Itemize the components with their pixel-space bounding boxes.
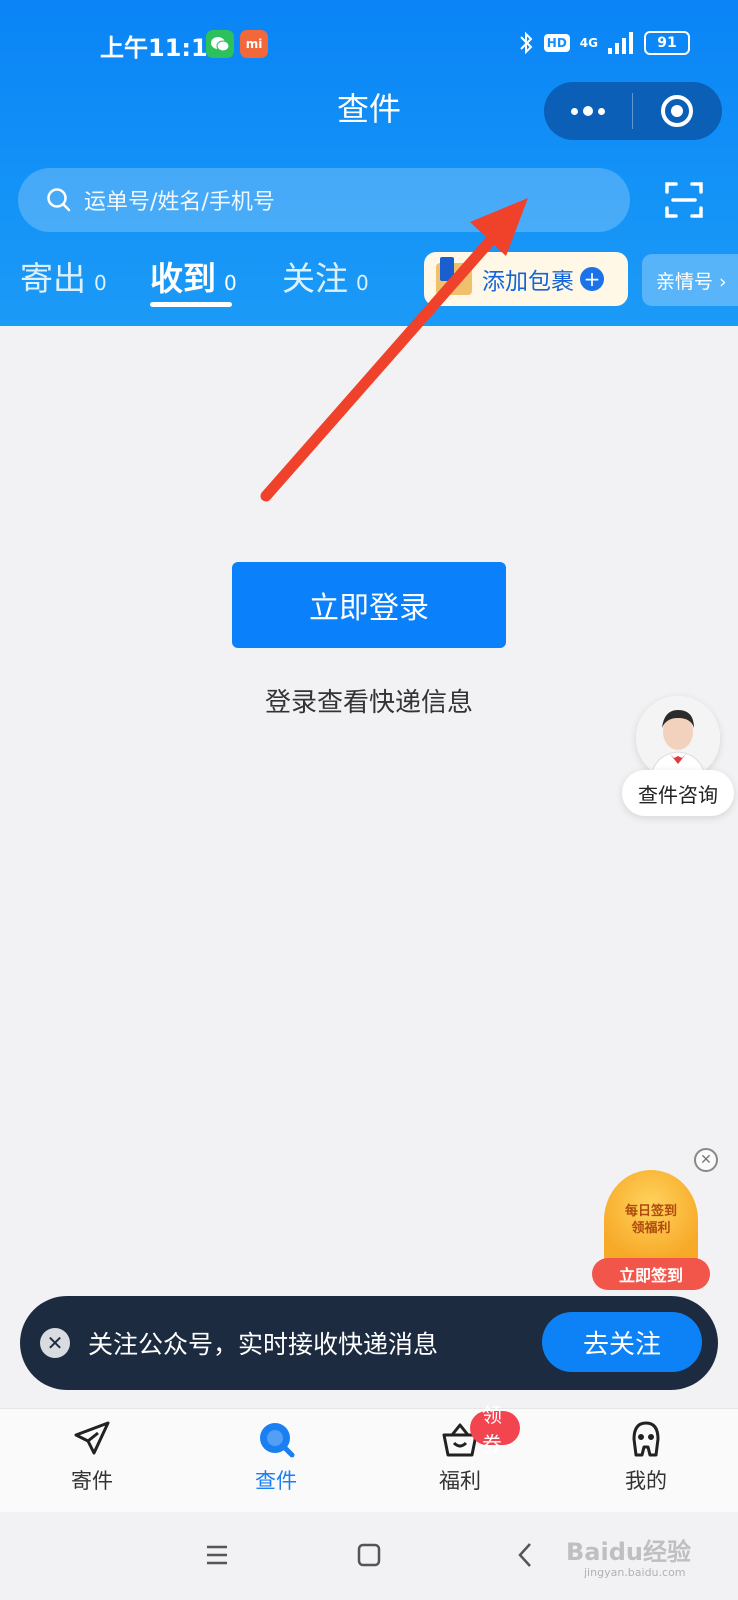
status-icons: HD 4G 91 xyxy=(518,30,690,56)
signin-line1: 每日签到 xyxy=(624,1204,677,1219)
support-avatar xyxy=(636,696,720,780)
search-input[interactable]: 运单号/姓名/手机号 xyxy=(18,168,630,232)
tab-count: 0 xyxy=(356,271,369,295)
tab-send[interactable]: 寄件 xyxy=(32,1417,152,1509)
login-hint: 登录查看快递信息 xyxy=(264,688,473,718)
plus-icon: + xyxy=(580,267,604,291)
gift-badge-icon: 每日签到 领福利 xyxy=(604,1170,698,1270)
back-icon[interactable] xyxy=(510,1540,540,1570)
support-label: 查件咨询 xyxy=(622,770,734,816)
package-icon xyxy=(436,257,472,295)
signal-icon xyxy=(608,32,633,54)
signin-button[interactable]: 立即签到 xyxy=(592,1258,710,1290)
mi-app-icon: mi xyxy=(240,30,268,58)
coupon-badge: 领券 xyxy=(470,1403,520,1456)
more-dots-icon[interactable] xyxy=(544,82,632,140)
scan-icon[interactable] xyxy=(664,180,704,220)
signin-line2: 领福利 xyxy=(631,1221,671,1236)
mini-program-capsule xyxy=(544,82,722,140)
add-package-button[interactable]: 添加包裹 + xyxy=(424,252,628,306)
active-tab-indicator xyxy=(150,302,232,307)
login-button[interactable]: 立即登录 xyxy=(232,562,506,648)
search-placeholder: 运单号/姓名/手机号 xyxy=(84,190,275,215)
tab-received[interactable]: 收到 0 xyxy=(150,252,237,300)
follow-banner-text: 关注公众号，实时接收快递消息 xyxy=(88,1330,439,1359)
target-circle-icon[interactable] xyxy=(633,82,721,140)
tab-sent[interactable]: 寄出 0 xyxy=(20,252,107,300)
daily-signin-widget[interactable]: 每日签到 领福利 ✕ 立即签到 xyxy=(590,1148,720,1292)
header: 上午11:11 mi HD 4G 91 查件 运单号/姓名/手机号 寄出 0 收… xyxy=(0,0,738,326)
tab-label: 寄件 xyxy=(71,1469,113,1493)
tab-query[interactable]: 查件 xyxy=(216,1417,336,1509)
tab-followed[interactable]: 关注 0 xyxy=(282,252,369,300)
bluetooth-icon xyxy=(520,31,533,55)
add-package-label: 添加包裹 xyxy=(482,269,574,295)
tab-mine[interactable]: 我的 xyxy=(586,1417,706,1509)
search-icon xyxy=(47,188,71,212)
home-icon[interactable] xyxy=(354,1540,384,1570)
battery-indicator: 91 xyxy=(644,31,690,55)
tab-count: 0 xyxy=(94,271,107,295)
tab-label: 我的 xyxy=(625,1469,667,1493)
tab-label: 查件 xyxy=(255,1469,297,1493)
baidu-watermark: Baidu经验 xyxy=(566,1538,691,1566)
follow-button[interactable]: 去关注 xyxy=(542,1312,702,1372)
paper-plane-icon xyxy=(70,1417,114,1461)
baidu-watermark-url: jingyan.baidu.com xyxy=(584,1566,686,1579)
close-icon[interactable]: ✕ xyxy=(40,1328,70,1358)
tab-label: 收到 xyxy=(150,259,216,298)
menu-icon[interactable] xyxy=(202,1540,232,1570)
network-indicator: 4G xyxy=(579,36,598,50)
tab-count: 0 xyxy=(224,271,237,295)
tab-label: 福利 xyxy=(439,1469,481,1493)
status-bar: 上午11:11 mi HD 4G 91 xyxy=(0,0,738,90)
tab-label: 关注 xyxy=(282,259,348,298)
profile-icon xyxy=(624,1417,668,1461)
close-icon[interactable]: ✕ xyxy=(694,1148,718,1172)
family-number-link[interactable]: 亲情号 › xyxy=(642,254,738,306)
wechat-icon xyxy=(206,30,234,58)
search-query-icon xyxy=(254,1417,298,1461)
hd-indicator: HD xyxy=(543,34,570,52)
tab-welfare[interactable]: 福利 领券 xyxy=(400,1403,520,1509)
follow-banner: ✕ 关注公众号，实时接收快递消息 去关注 xyxy=(20,1296,718,1390)
tab-label: 寄出 xyxy=(20,259,86,298)
bottom-tab-bar: 寄件 查件 福利 领券 我的 xyxy=(0,1403,738,1512)
